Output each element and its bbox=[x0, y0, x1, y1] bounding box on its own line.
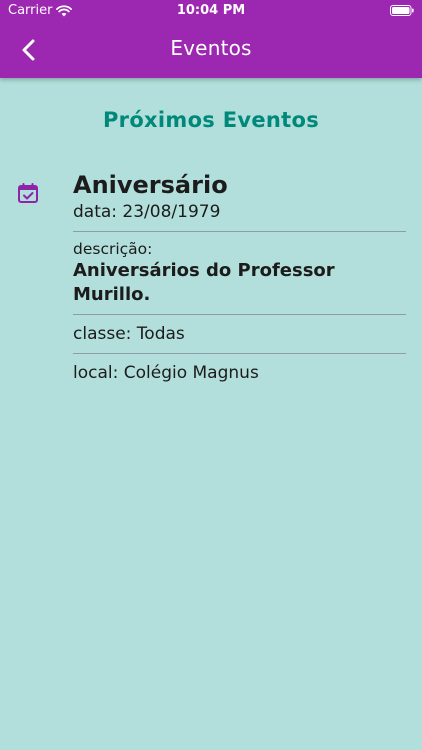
section-title: Próximos Eventos bbox=[102, 108, 320, 132]
event-class: classe: Todas bbox=[73, 324, 185, 344]
event-date: data: 23/08/1979 bbox=[73, 202, 221, 222]
divider bbox=[73, 353, 406, 354]
divider bbox=[73, 231, 406, 232]
calendar-check-icon bbox=[18, 183, 38, 203]
event-location: local: Colégio Magnus bbox=[73, 363, 259, 383]
page-title: Eventos bbox=[170, 36, 252, 60]
navigation-bar: Eventos bbox=[0, 22, 422, 78]
event-title: Aniversário bbox=[73, 171, 228, 199]
status-time: 10:04 PM bbox=[176, 3, 246, 18]
event-description-label: descrição: bbox=[73, 240, 153, 258]
battery-icon bbox=[390, 5, 414, 16]
status-bar: Carrier 10:04 PM bbox=[0, 0, 422, 22]
event-detail[interactable]: Aniversário data: 23/08/1979 descrição: … bbox=[73, 170, 406, 385]
divider bbox=[73, 314, 406, 315]
event-description: Aniversários do Professor Murillo. bbox=[73, 260, 335, 305]
app-header: Carrier 10:04 PM Eventos bbox=[0, 0, 422, 78]
